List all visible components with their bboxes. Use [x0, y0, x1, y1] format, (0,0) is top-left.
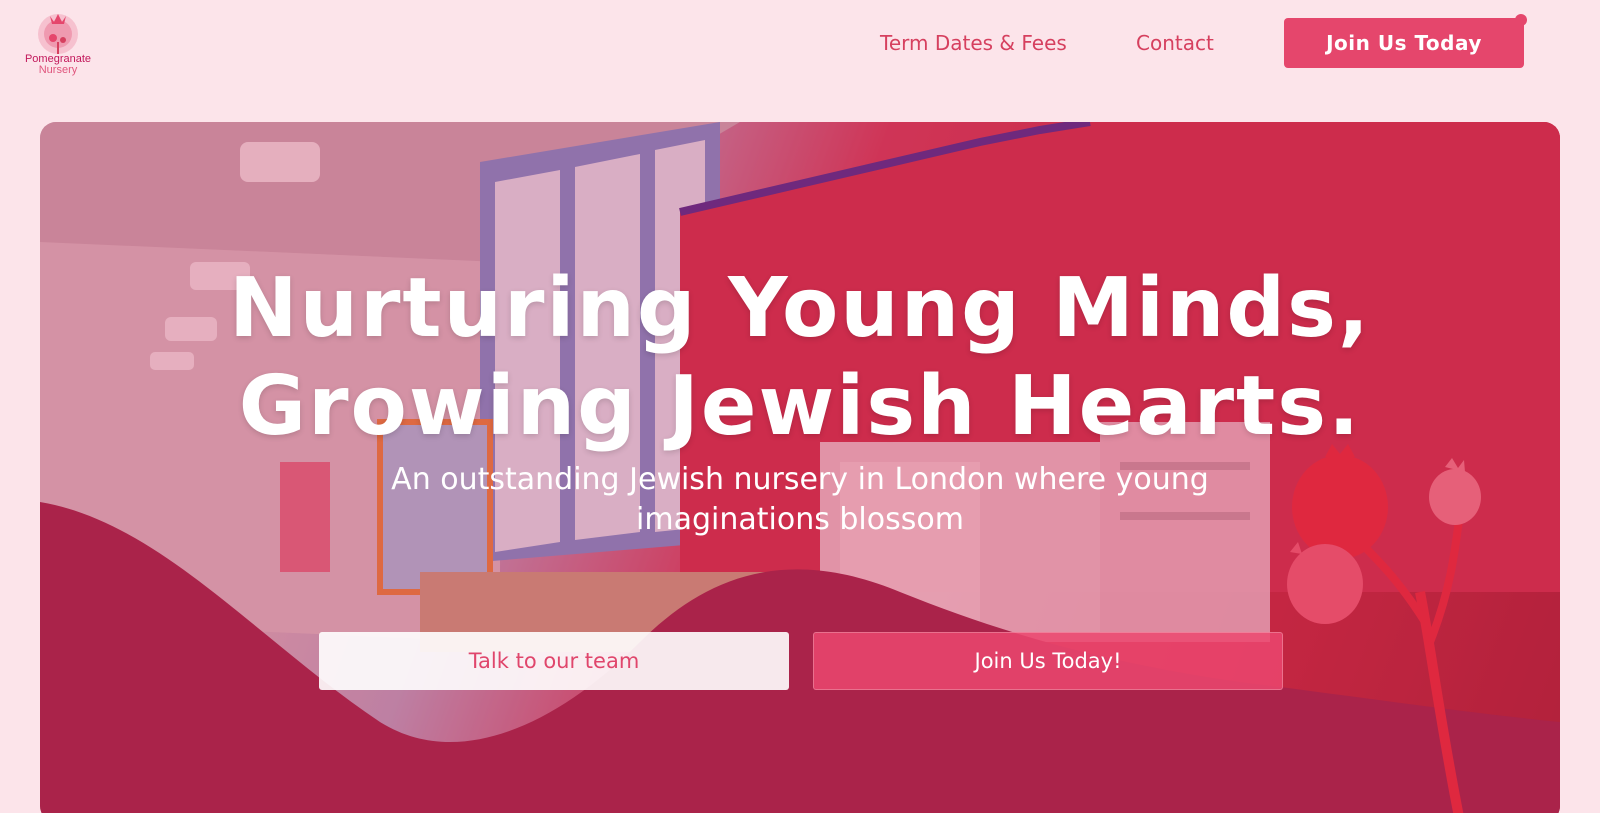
hero-subtitle: An outstanding Jewish nursery in London … — [391, 462, 1209, 537]
hero-title-line-1: Nurturing Young Minds, — [228, 261, 1372, 356]
talk-to-our-team-button[interactable]: Talk to our team — [319, 632, 789, 690]
notification-dot — [1515, 14, 1527, 26]
site-header: Pomegranate Nursery Term Dates & Fees Co… — [0, 0, 1600, 100]
nav-contact[interactable]: Contact — [1136, 30, 1214, 56]
logo-text-nursery: Nursery — [38, 64, 78, 76]
hero-title: Nurturing Young Minds, Growing Jewish He… — [40, 260, 1560, 456]
pomegranate-logo-icon — [38, 14, 78, 54]
logo[interactable]: Pomegranate Nursery — [20, 8, 96, 80]
hero-title-line-2: Growing Jewish Hearts. — [238, 359, 1362, 454]
join-us-today-hero-button[interactable]: Join Us Today! — [813, 632, 1283, 690]
join-us-today-button[interactable]: Join Us Today — [1284, 18, 1524, 68]
hero-banner: Nurturing Young Minds, Growing Jewish He… — [40, 122, 1560, 813]
nav-term-dates-fees[interactable]: Term Dates & Fees — [880, 30, 1067, 56]
